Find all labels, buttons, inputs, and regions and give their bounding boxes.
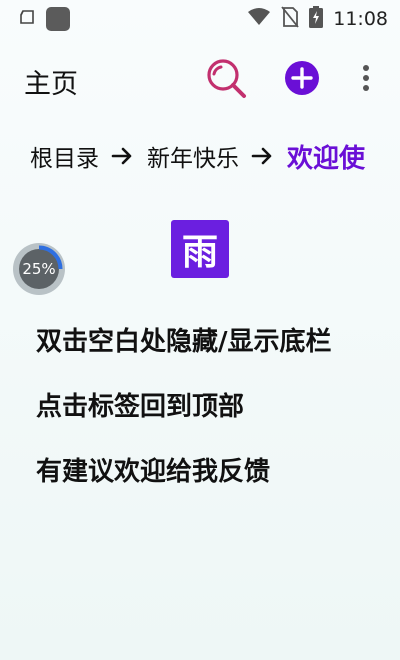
add-button[interactable] xyxy=(283,59,321,97)
arrow-right-icon xyxy=(251,145,273,167)
wifi-icon xyxy=(247,7,271,31)
tip-toggle-bottom-bar: 双击空白处隐藏/显示底栏 xyxy=(36,327,332,357)
battery-charging-icon xyxy=(309,6,324,32)
more-options-button[interactable] xyxy=(356,62,376,96)
app-icon xyxy=(46,7,70,31)
screenshot-icon xyxy=(18,8,36,30)
search-button[interactable] xyxy=(204,56,250,102)
progress-label: 25% xyxy=(22,260,56,278)
status-left xyxy=(18,7,70,31)
top-app-bar: 主页 xyxy=(0,50,400,108)
breadcrumb: 根目录 新年快乐 欢迎使 xyxy=(30,136,365,176)
search-icon xyxy=(207,59,246,98)
no-sim-icon xyxy=(281,6,299,32)
tip-feedback: 有建议欢迎给我反馈 xyxy=(36,457,271,487)
add-icon xyxy=(285,61,319,95)
status-time: 11:08 xyxy=(333,8,388,30)
breadcrumb-item-folder[interactable]: 新年快乐 xyxy=(147,139,239,173)
breadcrumb-current[interactable]: 欢迎使 xyxy=(287,138,365,175)
page-title: 主页 xyxy=(24,69,78,100)
tips-list: 双击空白处隐藏/显示底栏 点击标签回到顶部 有建议欢迎给我反馈 xyxy=(36,322,332,517)
progress-badge[interactable]: 25% xyxy=(12,242,66,296)
app-logo: 雨 xyxy=(171,220,229,278)
status-right: 11:08 xyxy=(247,6,388,32)
arrow-right-icon xyxy=(111,145,133,167)
breadcrumb-item-root[interactable]: 根目录 xyxy=(30,139,99,173)
more-vert-icon xyxy=(363,65,369,91)
status-bar: 11:08 xyxy=(0,0,400,38)
tip-tap-tab-top: 点击标签回到顶部 xyxy=(36,392,245,422)
